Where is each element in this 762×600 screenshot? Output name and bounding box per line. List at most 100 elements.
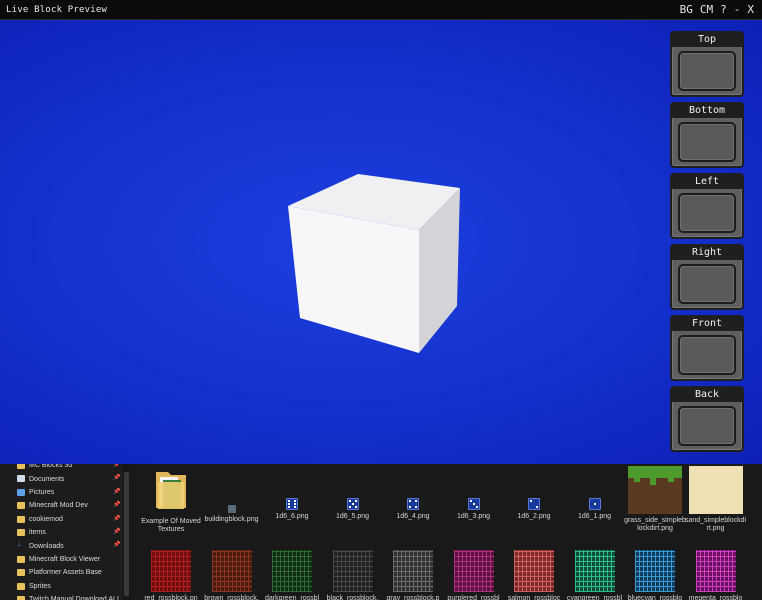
face-left-button[interactable]: Left [670, 173, 744, 239]
file-name: 1d6_1.png [577, 513, 612, 520]
nav-item[interactable]: items 📌 [0, 526, 121, 539]
file-item[interactable]: salmon_rossbloc [503, 550, 565, 600]
file-item[interactable]: sand_simpleblockdirt.png [685, 466, 747, 533]
file-name: sand_simpleblockdirt.png [684, 517, 747, 532]
minimize-button[interactable]: - [734, 3, 741, 16]
texture-slot[interactable] [678, 193, 736, 233]
nav-item-label: Documents [29, 475, 65, 483]
texture-slot[interactable] [678, 406, 736, 446]
file-name: 1d6_2.png [517, 513, 551, 520]
block-preview-viewport[interactable]: Top Bottom Left Right Front Back [0, 20, 762, 464]
texture-thumbnail [574, 550, 615, 592]
folder-icon [17, 555, 25, 563]
folder-icon [140, 468, 202, 515]
pin-icon: 📌 [113, 475, 121, 482]
cube-render[interactable] [0, 20, 762, 464]
window-title: Live Block Preview [6, 4, 108, 15]
pin-icon: 📌 [113, 502, 121, 509]
face-label: Top [672, 33, 742, 47]
texture-slot[interactable] [678, 122, 736, 162]
file-item[interactable]: 1d6_6.png [261, 498, 323, 521]
pin-icon: 📌 [113, 464, 121, 468]
file-item[interactable]: black_rossblock. [322, 550, 384, 600]
texture-thumbnail [332, 550, 373, 592]
sand-thumbnail [688, 466, 743, 514]
file-name: brown_rossblock. [204, 595, 259, 600]
file-item[interactable]: 1d6_4.png [382, 498, 444, 521]
file-name: purplered_rossbl [447, 595, 500, 600]
file-item[interactable]: gray_rossblock.p [382, 550, 444, 600]
nav-item-label: Platformer Assets Base [29, 569, 102, 577]
file-item[interactable]: 1d6_2.png [503, 498, 565, 521]
face-label: Back [672, 388, 742, 402]
nav-item[interactable]: Sprites [0, 580, 121, 593]
nav-scrollbar[interactable] [122, 464, 131, 600]
dice-thumbnail [346, 498, 359, 510]
file-item[interactable]: Example Of Moved Textures [140, 468, 202, 534]
nav-item-label: items [29, 529, 46, 537]
texture-thumbnail [272, 550, 312, 592]
close-button[interactable]: X [747, 3, 754, 16]
face-label: Front [672, 317, 742, 331]
downloads-icon: ↓ [17, 539, 21, 549]
folder-icon [17, 464, 25, 469]
bg-button[interactable]: BG [680, 3, 693, 16]
face-label: Right [672, 246, 742, 260]
dice-thumbnail [588, 498, 601, 510]
file-item[interactable]: 1d6_5.png [322, 498, 384, 521]
face-back-button[interactable]: Back [670, 386, 744, 452]
face-bottom-button[interactable]: Bottom [670, 102, 744, 168]
nav-item[interactable]: Platformer Assets Base [0, 566, 121, 579]
file-item[interactable]: grass_side_simpleblockdirt.png [624, 466, 686, 533]
file-name: cyangreen_rossbl [566, 595, 623, 600]
file-grid: Example Of Moved Textures buildingblock.p… [134, 464, 762, 600]
face-right-button[interactable]: Right [670, 244, 744, 310]
file-item[interactable]: megenta_rossblo [685, 550, 747, 600]
folder-icon [17, 515, 25, 523]
help-button[interactable]: ? [720, 3, 727, 16]
nav-item-label: Twitch Manual Download ALL G [29, 596, 122, 600]
dice-thumbnail [407, 498, 419, 510]
texture-slot[interactable] [678, 51, 736, 91]
cm-button[interactable]: CM [700, 3, 713, 16]
grass-thumbnail [628, 466, 682, 514]
file-item[interactable]: 1d6_3.png [443, 498, 505, 521]
file-item[interactable]: 1d6_1.png [564, 498, 626, 521]
file-name: megenta_rossblo [688, 595, 743, 600]
pin-icon: 📌 [113, 515, 121, 522]
file-item[interactable]: red_rossblock.pn [140, 550, 202, 600]
face-texture-panel: Top Bottom Left Right Front Back [670, 31, 744, 457]
file-item[interactable]: purplered_rossbl [443, 550, 505, 600]
face-label: Left [672, 175, 742, 189]
pin-icon: 📌 [113, 542, 121, 549]
nav-item[interactable]: cookiemod 📌 [0, 513, 121, 526]
nav-item-label: MC Blocks 3d [29, 464, 73, 470]
navigation-pane: MC Blocks 3d 📌 Documents 📌 Pictures 📌 Minecraf… [0, 464, 122, 600]
file-item[interactable]: buildingblock.png [201, 505, 263, 524]
dice-thumbnail [528, 498, 540, 510]
file-item[interactable]: darkgreen_rossbl [261, 550, 323, 600]
texture-slot[interactable] [678, 335, 736, 375]
dice-thumbnail [286, 498, 298, 510]
file-item[interactable]: brown_rossblock. [201, 550, 263, 600]
file-item[interactable]: bluecyan_rossblo [624, 550, 686, 600]
file-item[interactable]: cyangreen_rossbl [564, 550, 626, 600]
file-name: red_rossblock.pn [144, 595, 198, 600]
title-bar: Live Block Preview BG CM ? - X [0, 0, 762, 20]
nav-item[interactable]: Documents 📌 [0, 472, 121, 485]
texture-slot[interactable] [678, 264, 736, 304]
nav-item[interactable]: ↓ Downloads 📌 [0, 539, 121, 552]
scroll-thumb[interactable] [124, 472, 129, 596]
nav-item[interactable]: Minecraft Block Viewer [0, 553, 121, 566]
nav-item[interactable]: Minecraft Mod Dev 📌 [0, 499, 121, 512]
nav-item[interactable]: Pictures 📌 [0, 486, 121, 499]
face-front-button[interactable]: Front [670, 315, 744, 381]
nav-item[interactable]: Twitch Manual Download ALL G [0, 593, 121, 600]
pin-icon: 📌 [113, 488, 121, 495]
file-name: salmon_rossbloc [507, 595, 561, 600]
file-name: darkgreen_rossbl [264, 595, 320, 600]
texture-thumbnail [635, 550, 675, 592]
nav-item[interactable]: MC Blocks 3d 📌 [0, 464, 121, 472]
cube-front-face [288, 206, 419, 353]
face-top-button[interactable]: Top [670, 31, 744, 97]
